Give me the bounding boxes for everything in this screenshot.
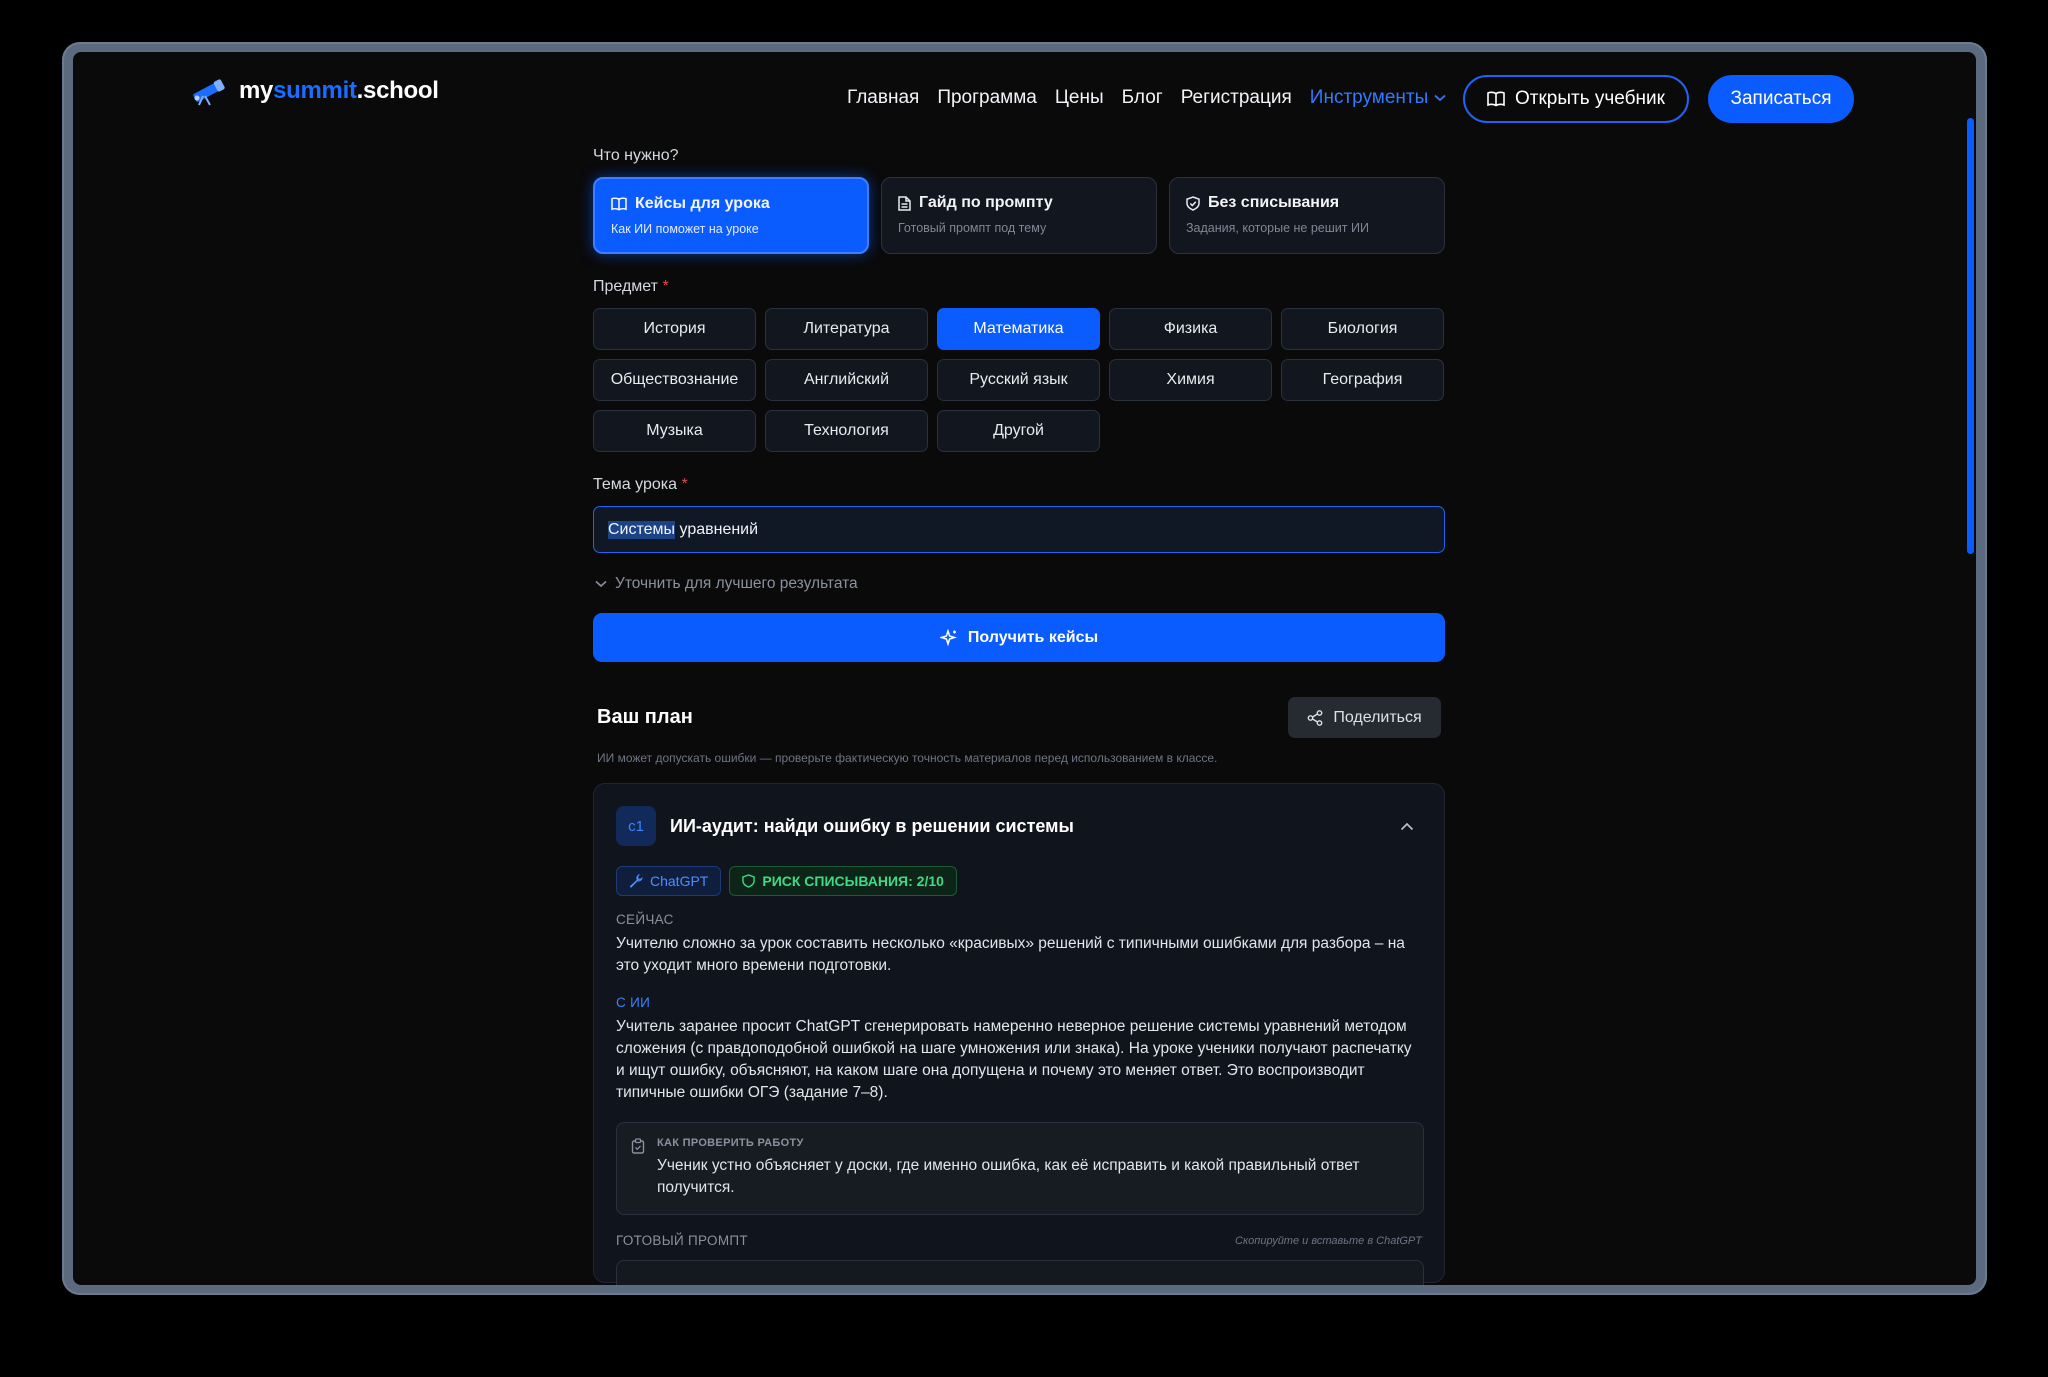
nav-program[interactable]: Программа bbox=[937, 87, 1037, 109]
scrollbar-thumb[interactable] bbox=[1967, 118, 1974, 554]
tool-tag: ChatGPT bbox=[616, 866, 722, 896]
subject-chip-chemistry[interactable]: Химия bbox=[1109, 359, 1272, 401]
signup-button[interactable]: Записаться bbox=[1708, 75, 1854, 123]
subject-chip-other[interactable]: Другой bbox=[937, 410, 1100, 452]
subject-chip-social[interactable]: Обществознание bbox=[593, 359, 756, 401]
wrench-icon bbox=[629, 874, 643, 888]
shield-check-icon bbox=[1186, 195, 1200, 211]
top-nav: mysummit.school Главная Программа Цены Б… bbox=[73, 52, 1976, 144]
brand-name: mysummit.school bbox=[239, 77, 439, 104]
subject-grid: История Литература Математика Физика Био… bbox=[593, 308, 1445, 452]
subject-label: Предмет * bbox=[593, 278, 669, 295]
nav-tools-dropdown[interactable]: Инструменты bbox=[1310, 87, 1446, 109]
topic-label: Тема урока * bbox=[593, 476, 688, 493]
chevron-down-icon bbox=[595, 580, 607, 588]
chevron-up-icon[interactable] bbox=[1400, 822, 1414, 831]
case-card-header[interactable]: c1 ИИ-аудит: найди ошибку в решении сист… bbox=[616, 806, 1422, 846]
brand-logo[interactable]: mysummit.school bbox=[189, 76, 439, 106]
nav-home[interactable]: Главная bbox=[847, 87, 919, 109]
subject-chip-music[interactable]: Музыка bbox=[593, 410, 756, 452]
nav-registration[interactable]: Регистрация bbox=[1181, 87, 1292, 109]
mode-no-cheating[interactable]: Без списывания Задания, которые не решит… bbox=[1169, 177, 1445, 254]
clipboard-icon bbox=[631, 1138, 645, 1154]
book-icon bbox=[611, 197, 627, 211]
need-label: Что нужно? bbox=[593, 147, 679, 164]
prompt-hint: Скопируйте и вставьте в ChatGPT bbox=[1235, 1234, 1422, 1247]
case-title: ИИ-аудит: найди ошибку в решении системы bbox=[670, 815, 1074, 836]
main-menu: Главная Программа Цены Блог Регистрация … bbox=[847, 52, 1446, 144]
case-number-badge: c1 bbox=[616, 806, 656, 846]
open-textbook-button[interactable]: Открыть учебник bbox=[1463, 75, 1689, 123]
mode-lesson-cases[interactable]: Кейсы для урока Как ИИ поможет на уроке bbox=[593, 177, 869, 254]
subject-chip-russian[interactable]: Русский язык bbox=[937, 359, 1100, 401]
telescope-icon bbox=[193, 79, 225, 106]
refine-toggle[interactable]: Уточнить для лучшего результата bbox=[593, 575, 1445, 593]
cheating-risk-tag: РИСК СПИСЫВАНИЯ: 2/10 bbox=[729, 866, 957, 896]
now-text: Учителю сложно за урок составить несколь… bbox=[616, 935, 1405, 974]
shield-icon bbox=[742, 874, 756, 888]
document-icon bbox=[898, 195, 911, 211]
prompt-label: ГОТОВЫЙ ПРОМПТ bbox=[616, 1233, 748, 1248]
ai-disclaimer: ИИ может допускать ошибки — проверьте фа… bbox=[597, 751, 1218, 765]
book-icon bbox=[1487, 91, 1505, 107]
subject-chip-biology[interactable]: Биология bbox=[1281, 308, 1444, 350]
subject-chip-history[interactable]: История bbox=[593, 308, 756, 350]
mode-prompt-guide[interactable]: Гайд по промпту Готовый промпт под тему bbox=[881, 177, 1157, 254]
tool-form: Что нужно? Кейсы для урока Как ИИ поможе… bbox=[593, 147, 1445, 1285]
nav-prices[interactable]: Цены bbox=[1055, 87, 1104, 109]
subject-chip-math[interactable]: Математика bbox=[937, 308, 1100, 350]
mode-selector: Кейсы для урока Как ИИ поможет на уроке … bbox=[593, 177, 1445, 254]
share-icon bbox=[1307, 709, 1323, 726]
verification-box: КАК ПРОВЕРИТЬ РАБОТУ Ученик устно объясн… bbox=[616, 1122, 1424, 1215]
verification-label: КАК ПРОВЕРИТЬ РАБОТУ bbox=[657, 1137, 804, 1149]
case-tags: ChatGPT РИСК СПИСЫВАНИЯ: 2/10 bbox=[616, 866, 1422, 896]
sparkles-icon bbox=[939, 628, 957, 646]
subject-chip-english[interactable]: Английский bbox=[765, 359, 928, 401]
subject-chip-geography[interactable]: География bbox=[1281, 359, 1444, 401]
device-frame: mysummit.school Главная Программа Цены Б… bbox=[62, 42, 1987, 1295]
topic-selected-text: Системы bbox=[608, 520, 676, 539]
plan-header: Ваш план Поделиться bbox=[593, 697, 1445, 738]
with-ai-text: Учитель заранее просит ChatGPT сгенериро… bbox=[616, 1018, 1412, 1101]
case-card: c1 ИИ-аудит: найди ошибку в решении сист… bbox=[593, 783, 1445, 1285]
subject-chip-physics[interactable]: Физика bbox=[1109, 308, 1272, 350]
plan-title: Ваш план bbox=[597, 706, 693, 728]
nav-blog[interactable]: Блог bbox=[1122, 87, 1163, 109]
browser-viewport: mysummit.school Главная Программа Цены Б… bbox=[73, 52, 1976, 1285]
get-cases-button[interactable]: Получить кейсы bbox=[593, 613, 1445, 662]
share-button[interactable]: Поделиться bbox=[1288, 697, 1441, 738]
prompt-box[interactable] bbox=[616, 1260, 1424, 1285]
topic-input[interactable]: Системы уравнений bbox=[593, 506, 1445, 553]
with-ai-label: С ИИ bbox=[616, 995, 651, 1010]
now-label: СЕЙЧАС bbox=[616, 912, 674, 927]
subject-chip-literature[interactable]: Литература bbox=[765, 308, 928, 350]
chevron-down-icon bbox=[1434, 94, 1446, 102]
verification-text: Ученик устно объясняет у доски, где имен… bbox=[657, 1157, 1360, 1196]
prompt-header: ГОТОВЫЙ ПРОМПТ Скопируйте и вставьте в C… bbox=[616, 1233, 1422, 1248]
subject-chip-technology[interactable]: Технология bbox=[765, 410, 928, 452]
